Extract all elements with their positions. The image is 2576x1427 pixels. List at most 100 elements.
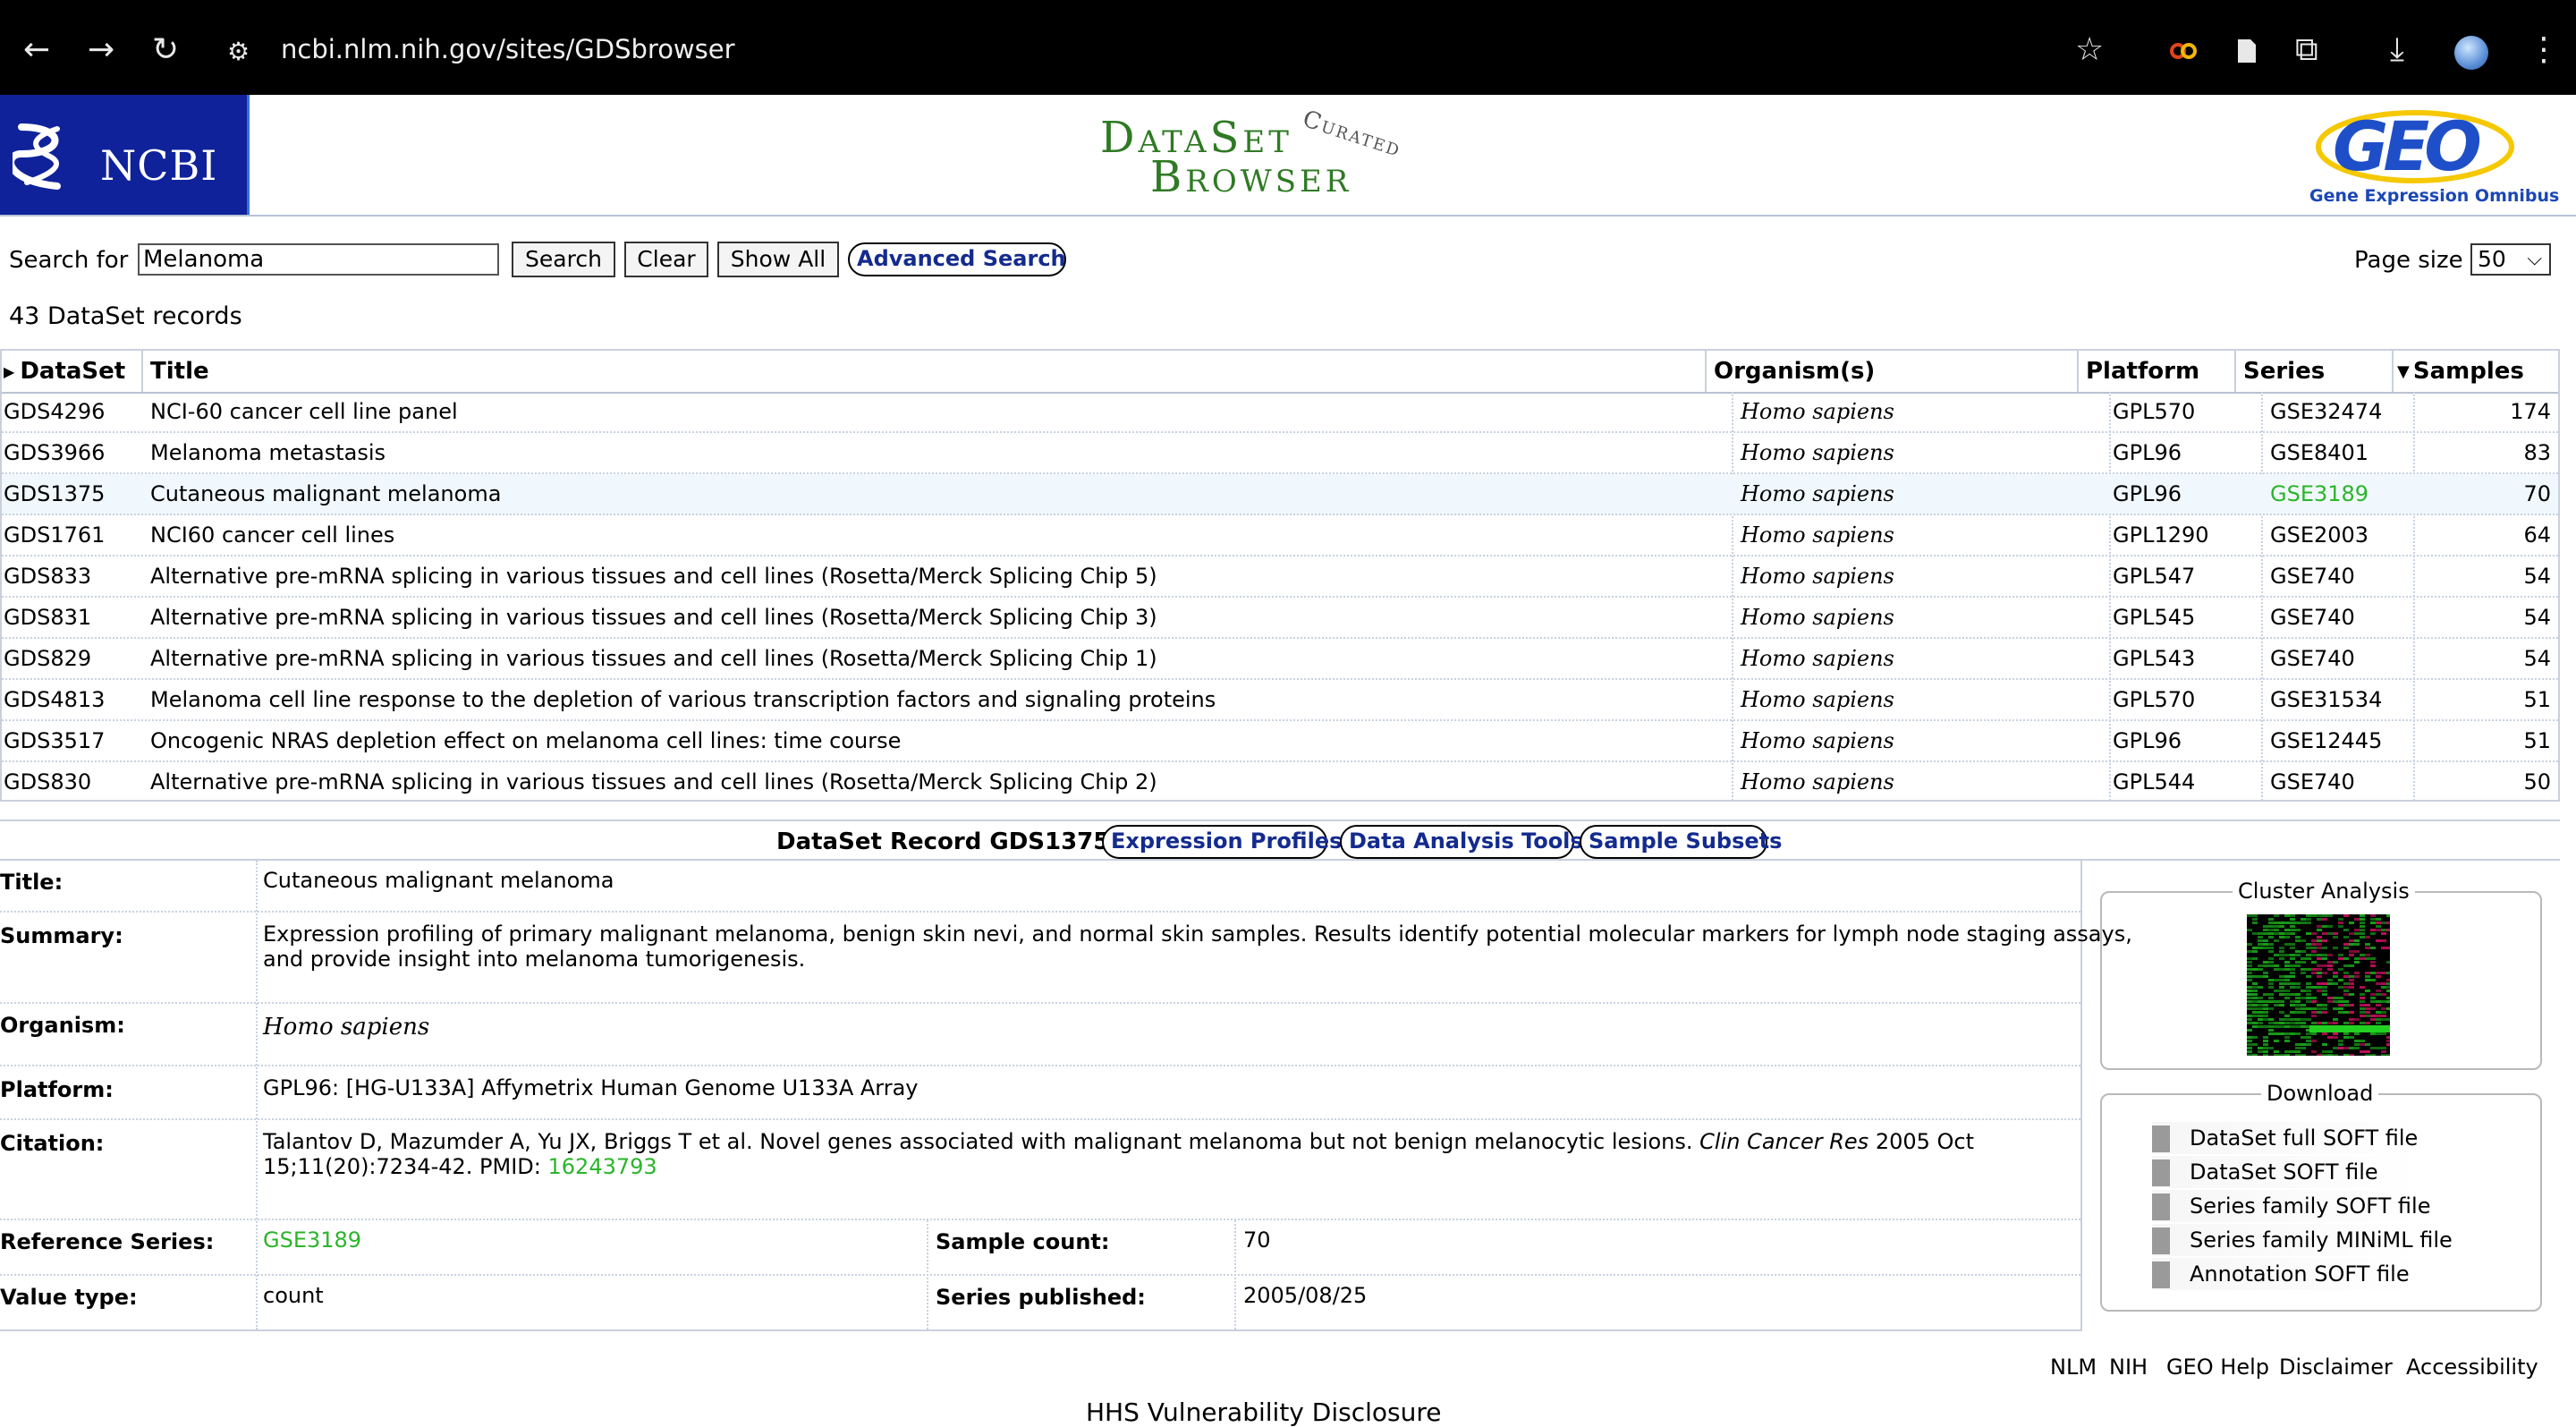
table-row[interactable]: GDS831 Alternative pre-mRNA splicing in v…	[2, 598, 2558, 639]
cell-dataset[interactable]: GDS3517	[4, 721, 105, 760]
download-icon[interactable]: ⤓	[2390, 34, 2404, 66]
table-row[interactable]: GDS1761 NCI60 cancer cell lines Homo sapie…	[2, 515, 2558, 556]
reader-icon[interactable]	[2236, 38, 2258, 64]
col-samples-header[interactable]: ▼ Samples	[2394, 351, 2558, 392]
cell-dataset[interactable]: GDS1761	[4, 515, 105, 555]
download-series-family-soft[interactable]: Series family SOFT file	[2152, 1190, 2430, 1222]
cell-series[interactable]: GSE740	[2270, 639, 2355, 678]
cell-platform[interactable]: GPL545	[2113, 598, 2195, 637]
clear-button[interactable]: Clear	[624, 242, 708, 277]
address-bar[interactable]: ncbi.nlm.nih.gov/sites/GDSbrowser	[281, 34, 735, 64]
cell-dataset[interactable]: GDS4813	[4, 680, 105, 719]
forward-icon[interactable]: →	[88, 34, 114, 66]
ncbi-logo[interactable]: NCBI	[0, 95, 250, 215]
puzzle-icon[interactable]: ⧉	[2295, 34, 2318, 66]
cell-platform[interactable]: GPL570	[2113, 392, 2195, 431]
download-label: Annotation SOFT file	[2190, 1261, 2410, 1287]
cell-platform[interactable]: GPL96	[2113, 474, 2182, 514]
site-info-icon[interactable]: ⚙	[227, 36, 250, 68]
footer-disclaimer-link[interactable]: Disclaimer	[2279, 1355, 2393, 1380]
search-button[interactable]: Search	[512, 242, 615, 277]
col-organism-header[interactable]: Organism(s)	[1707, 351, 2079, 392]
expression-profiles-button[interactable]: Expression Profiles	[1102, 825, 1342, 859]
cell-dataset[interactable]: GDS829	[4, 639, 91, 678]
organism-value[interactable]: Homo sapiens	[263, 1015, 429, 1040]
cell-dataset[interactable]: GDS831	[4, 598, 91, 637]
table-row[interactable]: GDS3966 Melanoma metastasis Homo sapiens GP…	[2, 433, 2558, 474]
cell-platform[interactable]: GPL96	[2113, 721, 2182, 760]
cell-organism: Homo sapiens	[1741, 564, 1894, 589]
cell-dataset[interactable]: GDS833	[4, 556, 91, 596]
table-row[interactable]: GDS4296 NCI-60 cancer cell line panel Homo…	[2, 392, 2558, 433]
geo-logo[interactable]: GEO Gene Expression Omnibus	[2308, 104, 2559, 211]
reload-icon[interactable]: ↻	[152, 34, 179, 66]
cell-series[interactable]: GSE3189	[2270, 474, 2368, 514]
sample-subsets-button[interactable]: Sample Subsets	[1580, 825, 1782, 859]
table-row[interactable]: GDS830 Alternative pre-mRNA splicing in v…	[2, 762, 2558, 800]
table-row[interactable]: GDS4813 Melanoma cell line response to th…	[2, 680, 2558, 721]
col-platform-header[interactable]: Platform	[2079, 351, 2236, 392]
col-dataset-header[interactable]: ▶ DataSet	[2, 351, 143, 392]
table-row[interactable]: GDS3517 Oncogenic NRAS depletion effect o…	[2, 721, 2558, 762]
cell-title: Alternative pre-mRNA splicing in various…	[150, 605, 1157, 630]
extension-icon[interactable]	[2170, 41, 2197, 61]
table-row[interactable]: GDS829 Alternative pre-mRNA splicing in v…	[2, 639, 2558, 680]
cell-organism: Homo sapiens	[1741, 481, 1894, 506]
cluster-heatmap-thumbnail[interactable]	[2247, 914, 2390, 1056]
row-divider	[0, 1274, 2080, 1276]
footer-geo-help-link[interactable]: GEO Help	[2166, 1355, 2269, 1380]
dna-helix-icon	[13, 123, 61, 190]
star-icon[interactable]: ☆	[2075, 34, 2104, 66]
advanced-search-button[interactable]: Advanced Search	[848, 242, 1066, 276]
download-series-family-miniml[interactable]: Series family MINiML file	[2152, 1224, 2453, 1256]
profile-avatar[interactable]	[2454, 36, 2488, 70]
cell-platform[interactable]: GPL1290	[2113, 515, 2209, 555]
pmid-link[interactable]: 16243793	[548, 1154, 657, 1179]
cell-series[interactable]: GSE12445	[2270, 721, 2382, 760]
back-icon[interactable]: ←	[23, 34, 50, 66]
summary-label: Summary:	[0, 923, 123, 948]
cell-series[interactable]: GSE32474	[2270, 392, 2382, 431]
hhs-vulnerability-link[interactable]: HHS Vulnerability Disclosure	[1086, 1397, 1441, 1427]
cell-dataset[interactable]: GDS830	[4, 762, 91, 800]
page-size-select[interactable]: 50 ⌵	[2470, 243, 2551, 276]
data-analysis-tools-button[interactable]: Data Analysis Tools	[1340, 825, 1583, 859]
cell-series[interactable]: GSE8401	[2270, 433, 2368, 472]
cell-series[interactable]: GSE2003	[2270, 515, 2368, 555]
cell-samples: 83	[2523, 440, 2551, 465]
footer-nlm-link[interactable]: NLM	[2050, 1355, 2097, 1380]
cell-platform[interactable]: GPL96	[2113, 433, 2182, 472]
col-title-header[interactable]: Title	[143, 351, 1707, 392]
cell-dataset[interactable]: GDS3966	[4, 433, 105, 472]
cell-title: Melanoma cell line response to the deple…	[150, 687, 1216, 712]
cell-platform[interactable]: GPL544	[2113, 762, 2195, 800]
search-input[interactable]	[138, 243, 499, 276]
footer-accessibility-link[interactable]: Accessibility	[2406, 1355, 2538, 1380]
menu-icon[interactable]: ⋮	[2528, 34, 2560, 66]
show-all-button[interactable]: Show All	[717, 242, 839, 277]
cell-platform[interactable]: GPL570	[2113, 680, 2195, 719]
col-organism-label: Organism(s)	[1714, 358, 1876, 385]
download-annotation-soft[interactable]: Annotation SOFT file	[2152, 1258, 2420, 1290]
cell-dataset[interactable]: GDS1375	[4, 474, 105, 514]
table-row[interactable]: GDS833 Alternative pre-mRNA splicing in v…	[2, 556, 2558, 598]
cell-series[interactable]: GSE31534	[2270, 680, 2382, 719]
cell-series[interactable]: GSE740	[2270, 598, 2355, 637]
platform-value[interactable]: GPL96: [HG-U133A] Affymetrix Human Genom…	[263, 1075, 919, 1100]
cell-series[interactable]: GSE740	[2270, 762, 2355, 800]
col-series-header[interactable]: Series	[2236, 351, 2394, 392]
download-full-soft[interactable]: DataSet full SOFT file	[2152, 1122, 2420, 1154]
ref-series-link[interactable]: GSE3189	[263, 1227, 361, 1253]
cell-title: Melanoma metastasis	[150, 440, 386, 465]
ncbi-logo-text: NCBI	[100, 141, 218, 190]
table-row[interactable]: GDS1375 Cutaneous malignant melanoma Homo …	[2, 474, 2558, 515]
cell-platform[interactable]: GPL547	[2113, 556, 2195, 596]
cell-series[interactable]: GSE740	[2270, 556, 2355, 596]
cell-dataset[interactable]: GDS4296	[4, 392, 105, 431]
search-label: Search for	[9, 247, 129, 274]
cell-platform[interactable]: GPL543	[2113, 639, 2195, 678]
download-dataset-soft[interactable]: DataSet SOFT file	[2152, 1156, 2420, 1188]
citation-journal: Clin Cancer Res	[1699, 1129, 1869, 1154]
footer-nih-link[interactable]: NIH	[2109, 1355, 2148, 1380]
cell-organism: Homo sapiens	[1741, 440, 1894, 465]
